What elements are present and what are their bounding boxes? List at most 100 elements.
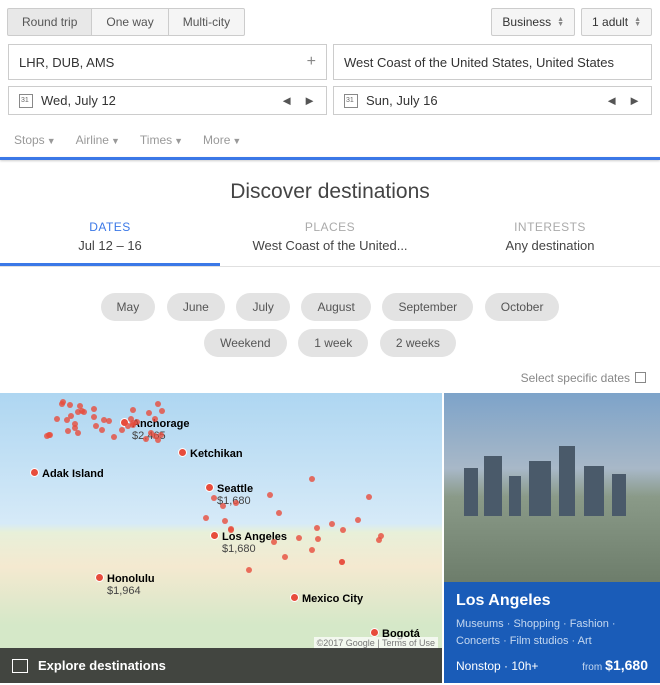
filter-bar: Stops▼ Airline▼ Times▼ More▼ <box>0 123 660 157</box>
calendar-icon <box>635 372 646 383</box>
tab-label: INTERESTS <box>440 220 660 234</box>
destination-card[interactable]: Los Angeles Museums · Shopping · Fashion… <box>442 393 660 683</box>
select-specific-dates[interactable]: Select specific dates <box>0 367 660 393</box>
map-dot <box>159 408 165 414</box>
trip-type-toggle: Round trip One way Multi-city <box>8 8 245 36</box>
map-area[interactable]: Anchorage$2,465Adak IslandKetchikanSeatt… <box>0 393 442 683</box>
origin-input[interactable]: LHR, DUB, AMS + <box>8 44 327 80</box>
map-dot <box>148 430 154 436</box>
calendar-icon <box>344 94 358 108</box>
updown-icon: ▲▼ <box>634 17 641 27</box>
map-dot <box>111 434 117 440</box>
passenger-select[interactable]: 1 adult ▲▼ <box>581 8 652 36</box>
card-image <box>444 393 660 582</box>
map-dot <box>130 407 136 413</box>
map-dot <box>67 402 73 408</box>
map-dot <box>271 539 277 545</box>
return-value: Sun, July 16 <box>366 93 438 108</box>
city-dot-icon <box>290 593 299 602</box>
filter-more[interactable]: More▼ <box>203 133 241 147</box>
map-dot <box>203 515 209 521</box>
prev-depart-icon[interactable]: ◄ <box>280 93 293 108</box>
map-dot <box>366 494 372 500</box>
map-dot <box>276 510 282 516</box>
prev-return-icon[interactable]: ◄ <box>605 93 618 108</box>
map-dot <box>282 554 288 560</box>
city-dot-icon <box>178 448 187 457</box>
map-dot <box>340 527 346 533</box>
chip-2weeks[interactable]: 2 weeks <box>380 329 456 357</box>
map-dot <box>155 437 161 443</box>
filter-stops[interactable]: Stops▼ <box>14 133 56 147</box>
cabin-label: Business <box>502 15 551 29</box>
explore-label: Explore destinations <box>38 658 166 673</box>
chip-weekend[interactable]: Weekend <box>204 329 286 357</box>
filter-airline[interactable]: Airline▼ <box>76 133 120 147</box>
map-dot <box>143 436 149 442</box>
tab-dates[interactable]: DATES Jul 12 – 16 <box>0 212 220 266</box>
add-origin-icon[interactable]: + <box>307 53 316 71</box>
map-dot <box>315 536 321 542</box>
chip-july[interactable]: July <box>236 293 289 321</box>
map-dot <box>309 547 315 553</box>
filter-times[interactable]: Times▼ <box>140 133 183 147</box>
chip-may[interactable]: May <box>101 293 156 321</box>
cabin-select[interactable]: Business ▲▼ <box>491 8 575 36</box>
chip-june[interactable]: June <box>167 293 225 321</box>
discover-tabs: DATES Jul 12 – 16 PLACES West Coast of t… <box>0 212 660 267</box>
map-city-marker[interactable]: Mexico City <box>290 593 363 605</box>
card-price: $1,680 <box>605 657 648 673</box>
trip-multicity[interactable]: Multi-city <box>168 8 245 36</box>
updown-icon: ▲▼ <box>557 17 564 27</box>
map-dot <box>246 567 252 573</box>
chip-october[interactable]: October <box>485 293 560 321</box>
map-dot <box>211 495 217 501</box>
chip-1week[interactable]: 1 week <box>298 329 368 357</box>
next-depart-icon[interactable]: ► <box>303 93 316 108</box>
city-dot-icon <box>370 628 379 637</box>
destination-input[interactable]: West Coast of the United States, United … <box>333 44 652 80</box>
card-tags: Museums · Shopping · Fashion · Concerts … <box>456 616 648 649</box>
next-return-icon[interactable]: ► <box>628 93 641 108</box>
map-dot <box>296 535 302 541</box>
trip-oneway[interactable]: One way <box>91 8 168 36</box>
tab-label: DATES <box>0 220 220 234</box>
depart-value: Wed, July 12 <box>41 93 116 108</box>
map-dot <box>99 427 105 433</box>
map-dot <box>314 525 320 531</box>
pax-label: 1 adult <box>592 15 628 29</box>
map-dot <box>339 559 345 565</box>
card-title: Los Angeles <box>456 592 648 610</box>
tab-interests[interactable]: INTERESTS Any destination <box>440 212 660 266</box>
map-dot <box>267 492 273 498</box>
map-city-marker[interactable]: Honolulu$1,964 <box>95 573 155 597</box>
origin-value: LHR, DUB, AMS <box>19 55 114 70</box>
card-stops: Nonstop · 10h+ <box>456 659 538 673</box>
city-price: $1,680 <box>222 543 287 555</box>
map-dot <box>54 416 60 422</box>
map-dot <box>222 518 228 524</box>
map-dot <box>355 517 361 523</box>
return-date-input[interactable]: Sun, July 16 ◄ ► <box>333 86 652 115</box>
tab-value: Jul 12 – 16 <box>0 238 220 253</box>
map-city-marker[interactable]: Adak Island <box>30 468 104 480</box>
map-dot <box>91 406 97 412</box>
explore-destinations-button[interactable]: Explore destinations <box>0 648 442 683</box>
tab-places[interactable]: PLACES West Coast of the United... <box>220 212 440 266</box>
caret-icon: ▼ <box>111 136 120 146</box>
trip-round[interactable]: Round trip <box>7 8 92 36</box>
map-dot <box>106 418 112 424</box>
card-from-label: from <box>582 662 602 673</box>
tab-label: PLACES <box>220 220 440 234</box>
map-dot <box>329 521 335 527</box>
caret-icon: ▼ <box>47 136 56 146</box>
map-dot <box>155 401 161 407</box>
map-dot <box>309 476 315 482</box>
destination-value: West Coast of the United States, United … <box>344 55 614 70</box>
depart-date-input[interactable]: Wed, July 12 ◄ ► <box>8 86 327 115</box>
map-city-marker[interactable]: Ketchikan <box>178 448 243 460</box>
chips-area: May June July August September October W… <box>0 267 660 367</box>
chip-august[interactable]: August <box>301 293 370 321</box>
chip-september[interactable]: September <box>382 293 473 321</box>
map-icon <box>12 659 28 673</box>
